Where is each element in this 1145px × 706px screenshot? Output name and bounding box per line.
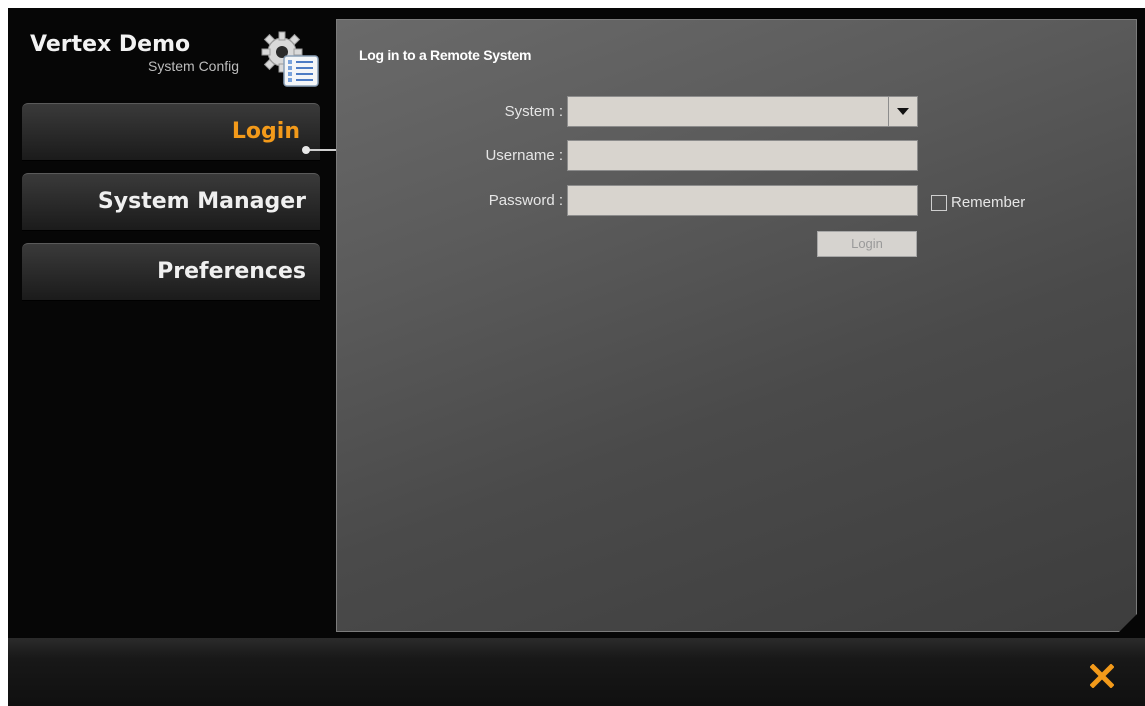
close-icon[interactable] (1087, 661, 1117, 691)
brand: Vertex Demo System Config (30, 30, 330, 92)
username-field[interactable] (567, 140, 918, 171)
nav-item-label: Preferences (157, 259, 306, 284)
brand-subtitle: System Config (148, 58, 240, 74)
footer-bar (8, 638, 1145, 706)
panel-title: Log in to a Remote System (359, 47, 532, 63)
chevron-down-icon[interactable] (888, 97, 917, 126)
remember-label[interactable]: Remember (951, 194, 1025, 211)
remember-checkbox[interactable] (931, 195, 947, 211)
gear-checklist-icon (260, 30, 320, 88)
password-label: Password : (488, 192, 563, 209)
brand-title: Vertex Demo (30, 32, 191, 57)
system-label: System : (504, 103, 563, 120)
login-button[interactable]: Login (817, 231, 917, 257)
app-window: Vertex Demo System Config Login System M… (8, 8, 1145, 706)
nav-item-system-manager[interactable]: System Manager (22, 173, 320, 231)
nav-item-preferences[interactable]: Preferences (22, 243, 320, 301)
active-connector-dot (302, 146, 310, 154)
login-panel: Log in to a Remote System System : Usern… (336, 19, 1137, 632)
username-label: Username : (485, 147, 563, 164)
nav-item-label: System Manager (97, 189, 306, 214)
password-field[interactable] (567, 185, 918, 216)
nav-item-login[interactable]: Login (22, 103, 320, 161)
nav-item-label: Login (231, 119, 300, 144)
system-select[interactable] (567, 96, 918, 127)
